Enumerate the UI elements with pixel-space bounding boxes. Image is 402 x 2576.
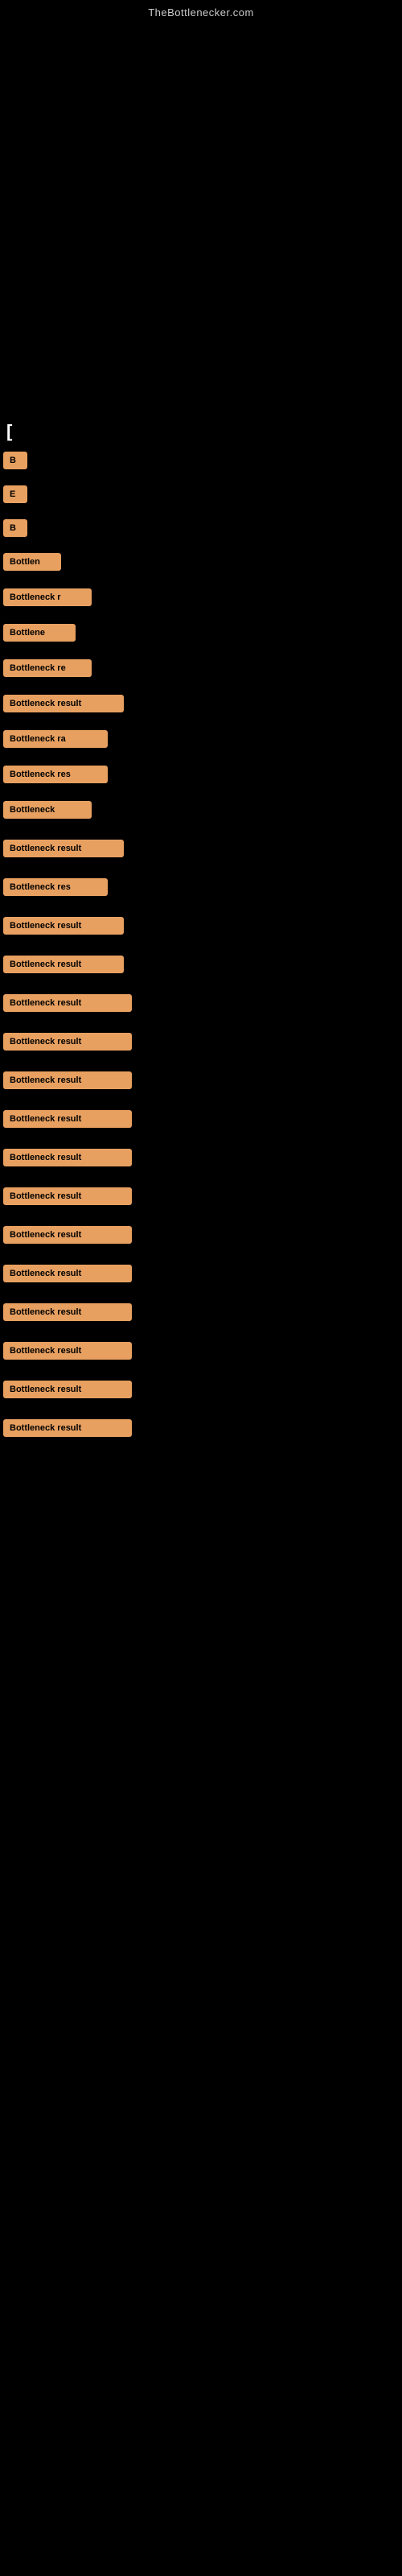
bottleneck-result-badge[interactable]: Bottleneck result — [3, 840, 124, 857]
list-item: Bottleneck result — [0, 1187, 402, 1205]
list-item: Bottleneck result — [0, 1033, 402, 1051]
bottleneck-result-badge[interactable]: Bottleneck result — [3, 1033, 132, 1051]
content-area: [ BEB Bottlen Bottleneck r Bottlene Bottlene… — [0, 408, 402, 1461]
list-item: Bottleneck result — [0, 1419, 402, 1437]
list-item: Bottleneck ra — [0, 730, 402, 748]
list-item: Bottleneck — [0, 801, 402, 819]
bracket-label: [ — [0, 416, 402, 447]
bottleneck-result-badge[interactable]: E — [3, 485, 27, 503]
bottleneck-result-badge[interactable]: Bottlene — [3, 624, 76, 642]
list-item: Bottleneck result — [0, 1265, 402, 1282]
top-chart-area — [0, 22, 402, 408]
bottleneck-result-badge[interactable]: Bottleneck result — [3, 956, 124, 973]
list-item: B — [0, 519, 402, 537]
list-item: E — [0, 485, 402, 503]
site-title: TheBottlenecker.com — [0, 0, 402, 22]
list-item: Bottleneck result — [0, 695, 402, 712]
list-item: Bottleneck res — [0, 766, 402, 783]
list-item: Bottleneck res — [0, 878, 402, 896]
bottleneck-result-badge[interactable]: Bottleneck ra — [3, 730, 108, 748]
list-item: B — [0, 452, 402, 469]
bottleneck-result-badge[interactable]: Bottleneck result — [3, 1071, 132, 1089]
list-item: Bottleneck result — [0, 956, 402, 973]
bottleneck-result-badge[interactable]: Bottleneck — [3, 801, 92, 819]
bottleneck-result-badge[interactable]: B — [3, 519, 27, 537]
list-item: Bottleneck result — [0, 917, 402, 935]
bottleneck-result-badge[interactable]: Bottleneck res — [3, 878, 108, 896]
bottleneck-result-badge[interactable]: Bottleneck result — [3, 1187, 132, 1205]
bottleneck-result-badge[interactable]: Bottleneck result — [3, 994, 132, 1012]
list-item: Bottleneck re — [0, 659, 402, 677]
results-container: BEB Bottlen Bottleneck r Bottlene Bottleneck… — [0, 452, 402, 1453]
list-item: Bottleneck result — [0, 1149, 402, 1166]
list-item: Bottleneck result — [0, 1071, 402, 1089]
list-item: Bottleneck result — [0, 840, 402, 857]
list-item: Bottleneck r — [0, 588, 402, 606]
list-item: Bottleneck result — [0, 1381, 402, 1398]
list-item: Bottleneck result — [0, 1342, 402, 1360]
list-item: Bottlen — [0, 553, 402, 571]
bottleneck-result-badge[interactable]: Bottleneck result — [3, 1342, 132, 1360]
bottleneck-result-badge[interactable]: Bottleneck result — [3, 917, 124, 935]
list-item: Bottlene — [0, 624, 402, 642]
list-item: Bottleneck result — [0, 1110, 402, 1128]
bottleneck-result-badge[interactable]: Bottleneck result — [3, 1110, 132, 1128]
bottleneck-result-badge[interactable]: Bottleneck result — [3, 1149, 132, 1166]
bottleneck-result-badge[interactable]: Bottleneck result — [3, 1303, 132, 1321]
bottleneck-result-badge[interactable]: Bottleneck result — [3, 1381, 132, 1398]
bottleneck-result-badge[interactable]: Bottleneck re — [3, 659, 92, 677]
bottleneck-result-badge[interactable]: Bottleneck result — [3, 1419, 132, 1437]
bottleneck-result-badge[interactable]: Bottleneck result — [3, 1226, 132, 1244]
bottleneck-result-badge[interactable]: Bottleneck result — [3, 1265, 132, 1282]
bottleneck-result-badge[interactable]: B — [3, 452, 27, 469]
bottleneck-result-badge[interactable]: Bottleneck r — [3, 588, 92, 606]
bottleneck-result-badge[interactable]: Bottlen — [3, 553, 61, 571]
bottleneck-result-badge[interactable]: Bottleneck res — [3, 766, 108, 783]
bottleneck-result-badge[interactable]: Bottleneck result — [3, 695, 124, 712]
list-item: Bottleneck result — [0, 994, 402, 1012]
list-item: Bottleneck result — [0, 1226, 402, 1244]
list-item: Bottleneck result — [0, 1303, 402, 1321]
